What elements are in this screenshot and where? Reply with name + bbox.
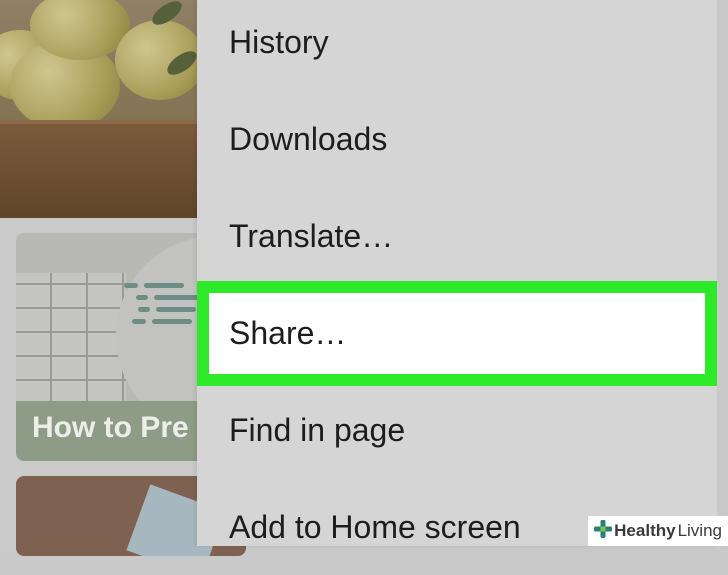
menu-item-find-in-page[interactable]: Find in page [197, 382, 717, 478]
watermark-brand-bold: Healthy [614, 521, 676, 540]
dash-mark [152, 319, 192, 324]
article-card-title: How to Pre [32, 411, 189, 444]
menu-item-history[interactable]: History [197, 0, 717, 90]
crate-shape [0, 120, 230, 218]
dash-mark [132, 319, 146, 324]
dash-mark [138, 307, 150, 312]
dash-mark [136, 295, 148, 300]
dash-mark [156, 307, 196, 312]
menu-item-label: Share… [229, 315, 347, 351]
menu-item-downloads[interactable]: Downloads [197, 91, 717, 187]
dash-mark [144, 283, 184, 288]
dash-mark [124, 283, 138, 288]
menu-item-label: Find in page [229, 411, 406, 448]
menu-item-label: Downloads [229, 120, 388, 157]
brick-wall-illustration [16, 273, 126, 403]
menu-item-translate[interactable]: Translate… [197, 188, 717, 284]
healthy-living-watermark: Healthy Living [588, 516, 728, 546]
watermark-brand-light: Living [677, 521, 722, 540]
overflow-menu: History Downloads Translate… Share… Find… [197, 0, 717, 546]
menu-item-label: Add to Home screen [229, 508, 521, 545]
menu-item-label: History [229, 23, 329, 60]
menu-item-label: Translate… [229, 217, 394, 254]
menu-item-share[interactable]: Share… [197, 281, 717, 386]
plus-cross-icon [594, 519, 613, 543]
screen-edge [717, 0, 728, 546]
dash-mark [154, 295, 199, 300]
